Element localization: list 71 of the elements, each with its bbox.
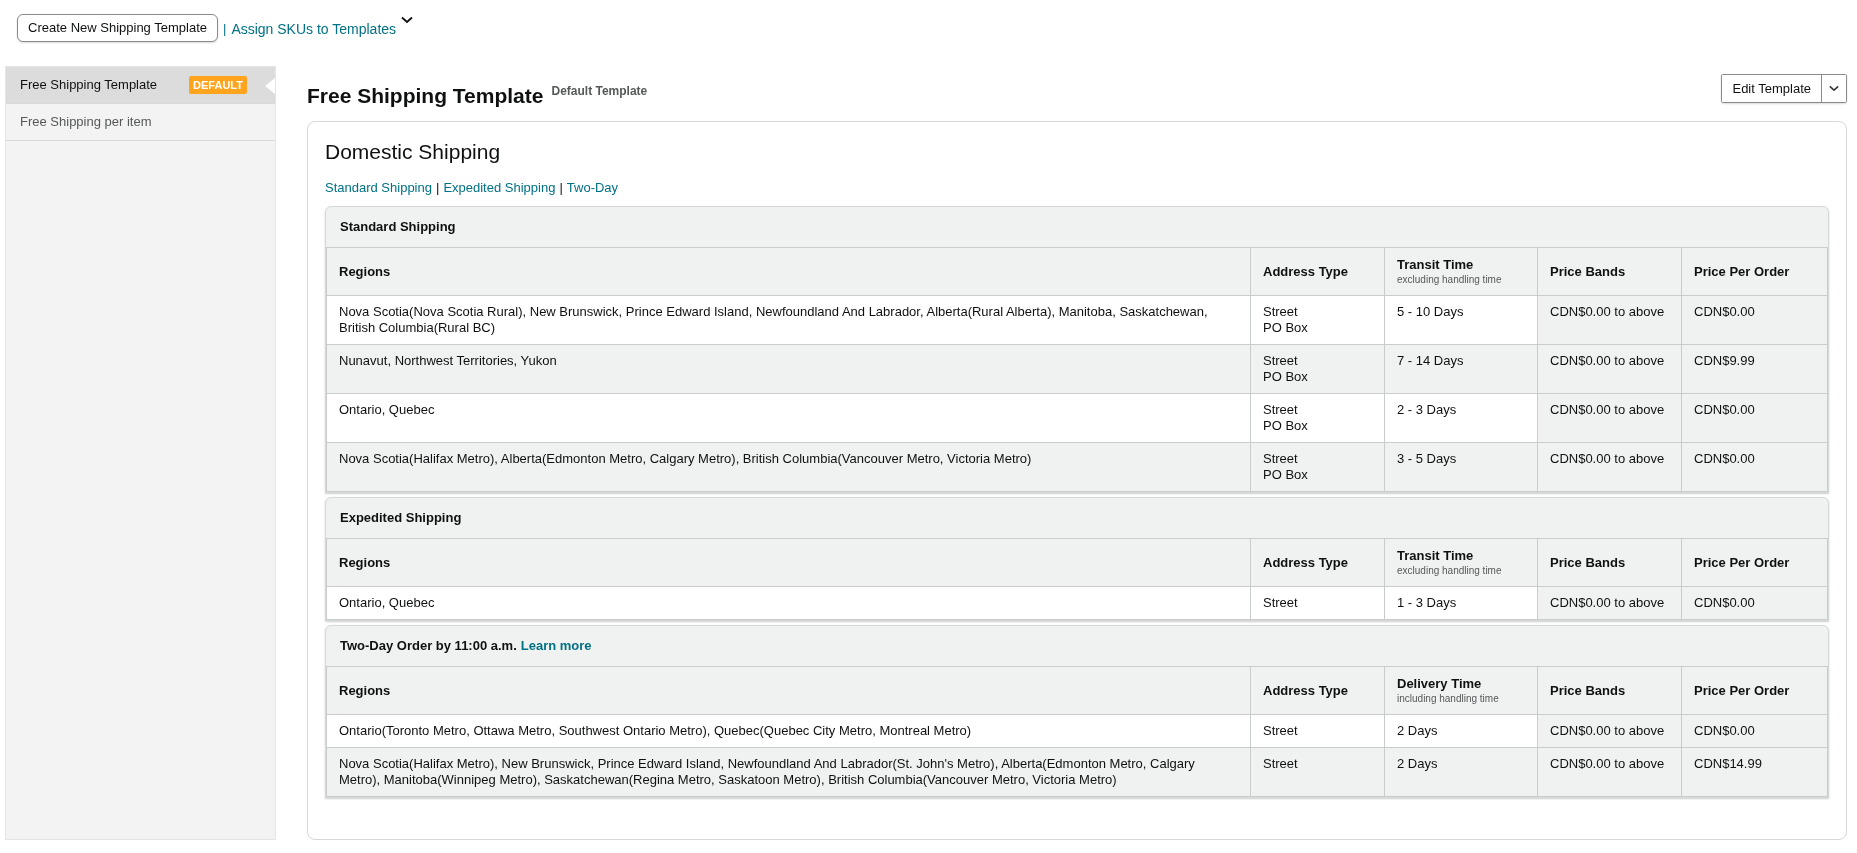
column-header: Price Per Order — [1681, 247, 1828, 296]
column-header: Regions — [326, 247, 1251, 296]
column-header: Transit Time excluding handling time — [1384, 247, 1538, 296]
edit-template-button[interactable]: Edit Template — [1722, 75, 1822, 102]
time-cell: 5 - 10 Days — [1384, 295, 1538, 345]
regions-cell: Ontario, Quebec — [326, 393, 1251, 443]
edit-options-button[interactable] — [1822, 75, 1846, 102]
regions-cell: Ontario(Toronto Metro, Ottawa Metro, Southwest Ontario Metro), Quebec(Quebec City Metro, Montreal Metro) — [326, 714, 1251, 748]
column-header: Price Bands — [1537, 538, 1682, 587]
price-band-cell: CDN$0.00 to above — [1537, 442, 1682, 492]
price-cell: CDN$0.00 — [1681, 714, 1828, 748]
column-header: Price Bands — [1537, 666, 1682, 715]
link-separator: | — [559, 178, 563, 197]
learn-more-link[interactable]: Learn more — [520, 636, 592, 656]
column-header: Address Type — [1250, 538, 1385, 587]
price-cell: CDN$0.00 — [1681, 295, 1828, 345]
time-cell: 2 Days — [1384, 747, 1538, 797]
card-title: Domestic Shipping — [325, 139, 502, 165]
link-separator: | — [436, 178, 440, 197]
column-header: Regions — [326, 666, 1251, 715]
price-cell: CDN$0.00 — [1681, 586, 1828, 620]
price-band-cell: CDN$0.00 to above — [1537, 393, 1682, 443]
column-header: Price Bands — [1537, 247, 1682, 296]
regions-cell: Nova Scotia(Halifax Metro), New Brunswick, Prince Edward Island, Newfoundland And Labrador(St. John's Metro), Alberta(Edmonton Metro, Calgary Metro), Manitoba(Winnipeg Metro), Saskatchewan(Regina Metro, Saskatoon Metro), British Columbia(Vancouver Metro, Victoria Metro) — [326, 747, 1251, 797]
time-cell: 2 Days — [1384, 714, 1538, 748]
address-type-cell: Street PO Box — [1250, 393, 1385, 443]
section-title: Expedited Shipping — [340, 509, 462, 528]
address-type-cell: Street — [1250, 586, 1385, 620]
column-header: Price Per Order — [1681, 538, 1828, 587]
time-cell: 1 - 3 Days — [1384, 586, 1538, 620]
time-cell: 2 - 3 Days — [1384, 393, 1538, 443]
column-header: Transit Time excluding handling time — [1384, 538, 1538, 587]
address-type-cell: Street — [1250, 714, 1385, 748]
address-type-cell: Street PO Box — [1250, 295, 1385, 345]
column-header: Address Type — [1250, 666, 1385, 715]
price-cell: CDN$0.00 — [1681, 442, 1828, 492]
regions-cell: Ontario, Quebec — [326, 586, 1251, 620]
column-header: Price Per Order — [1681, 666, 1828, 715]
page-title: Free Shipping Template — [307, 83, 544, 109]
price-band-cell: CDN$0.00 to above — [1537, 586, 1682, 620]
default-badge: DEFAULT — [189, 75, 247, 95]
time-cell: 7 - 14 Days — [1384, 344, 1538, 394]
price-cell: CDN$0.00 — [1681, 393, 1828, 443]
sidebar-item[interactable]: Free Shipping Template DEFAULT — [6, 67, 275, 104]
price-band-cell: CDN$0.00 to above — [1537, 714, 1682, 748]
chevron-down-icon — [1829, 85, 1839, 92]
section-link[interactable]: Standard Shipping — [325, 177, 432, 197]
assign-skus-link[interactable]: Assign SKUs to Templates — [231, 19, 397, 40]
time-cell: 3 - 5 Days — [1384, 442, 1538, 492]
address-type-cell: Street PO Box — [1250, 344, 1385, 394]
price-cell: CDN$9.99 — [1681, 344, 1828, 394]
regions-cell: Nova Scotia(Nova Scotia Rural), New Brunswick, Prince Edward Island, Newfoundland And Labrador, Alberta(Rural Alberta), Manitoba, Saskatchewan, British Columbia(Rural BC) — [326, 295, 1251, 345]
column-header: Regions — [326, 538, 1251, 587]
column-header: Delivery Time including handling time — [1384, 666, 1538, 715]
page-subtitle: Default Template — [551, 83, 648, 100]
section-title: Two-Day Order by 11:00 a.m. — [340, 637, 517, 656]
regions-cell: Nova Scotia(Halifax Metro), Alberta(Edmonton Metro, Calgary Metro), British Columbia(Vancouver Metro, Victoria Metro) — [326, 442, 1251, 492]
price-band-cell: CDN$0.00 to above — [1537, 295, 1682, 345]
section-link[interactable]: Two-Day — [566, 177, 619, 197]
price-cell: CDN$14.99 — [1681, 747, 1828, 797]
column-header: Address Type — [1250, 247, 1385, 296]
price-band-cell: CDN$0.00 to above — [1537, 344, 1682, 394]
price-band-cell: CDN$0.00 to above — [1537, 747, 1682, 797]
section-link[interactable]: Expedited Shipping — [443, 177, 556, 197]
separator: | — [223, 20, 227, 38]
section-title: Standard Shipping — [340, 218, 456, 237]
chevron-down-icon — [401, 16, 414, 24]
regions-cell: Nunavut, Northwest Territories, Yukon — [326, 344, 1251, 394]
address-type-cell: Street PO Box — [1250, 442, 1385, 492]
address-type-cell: Street — [1250, 747, 1385, 797]
create-template-button[interactable]: Create New Shipping Template — [17, 14, 218, 42]
